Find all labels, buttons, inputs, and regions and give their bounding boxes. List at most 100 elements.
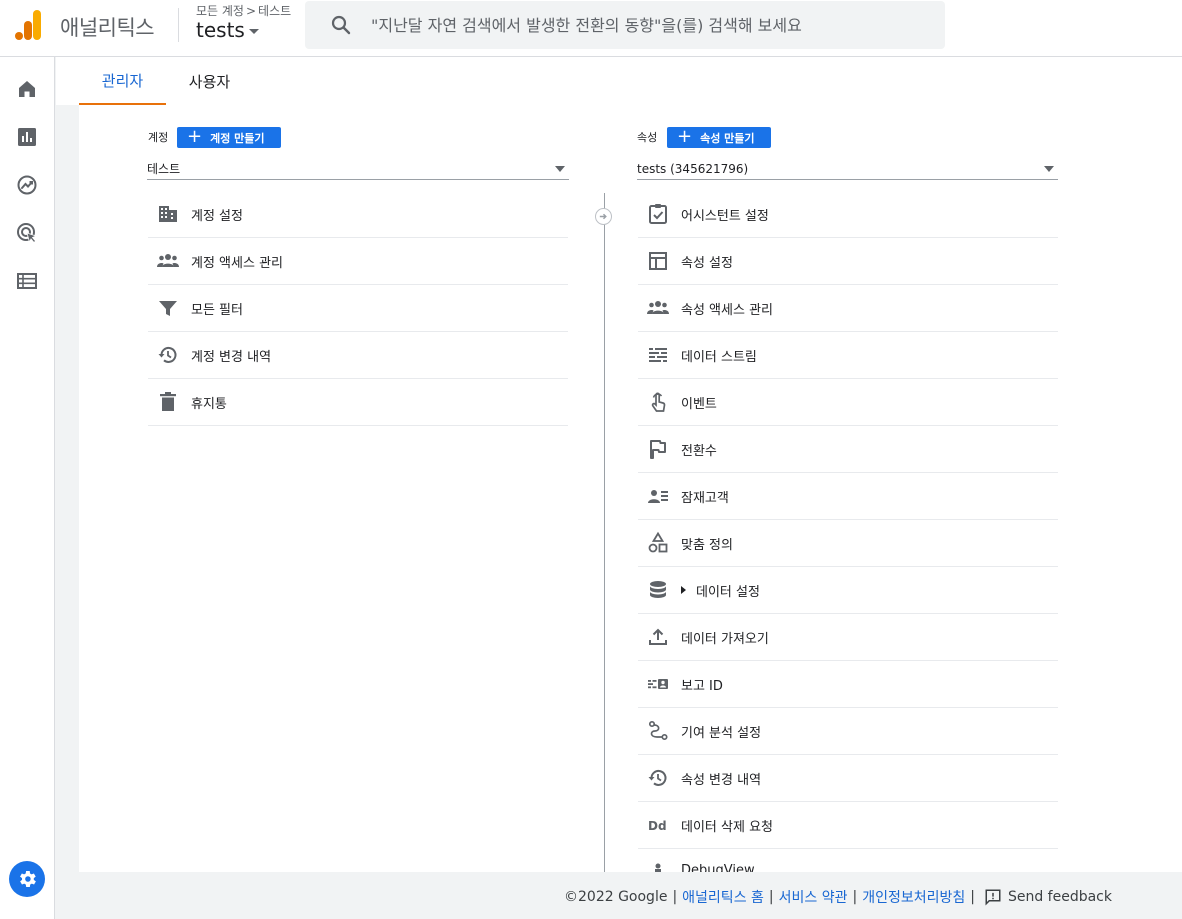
- menu-item-label: 전환수: [681, 444, 717, 459]
- menu-item-account-access[interactable]: 계정 액세스 관리: [148, 238, 568, 285]
- menu-item-label: 휴지통: [191, 397, 227, 412]
- create-property-button[interactable]: + 속성 만들기: [667, 127, 771, 148]
- account-select[interactable]: 테스트: [147, 158, 569, 180]
- create-account-label: 계정 만들기: [210, 131, 265, 145]
- menu-item-data-import[interactable]: 데이터 가져오기: [638, 614, 1058, 661]
- svg-text:Dd: Dd: [648, 819, 667, 833]
- menu-item-data-deletion-requests[interactable]: Dd 데이터 삭제 요청: [638, 802, 1058, 849]
- dropdown-caret-icon: [555, 166, 565, 172]
- admin-gear-button[interactable]: [9, 861, 45, 897]
- create-account-button[interactable]: + 계정 만들기: [177, 127, 281, 148]
- menu-item-label: 데이터 가져오기: [681, 632, 769, 647]
- menu-item-data-streams[interactable]: 데이터 스트림: [638, 332, 1058, 379]
- account-select-value: 테스트: [147, 162, 181, 176]
- filter-icon: [159, 301, 177, 316]
- brand-name[interactable]: 애널리틱스: [60, 12, 155, 42]
- menu-item-label: 속성 변경 내역: [681, 773, 762, 788]
- property-picker[interactable]: tests: [196, 18, 259, 42]
- search-bar[interactable]: [305, 1, 945, 49]
- search-icon: [331, 15, 351, 35]
- menu-item-label: 잠재고객: [681, 491, 729, 506]
- menu-item-account-change-history[interactable]: 계정 변경 내역: [148, 332, 568, 379]
- property-label: 속성: [637, 131, 658, 144]
- account-label: 계정: [148, 131, 169, 144]
- footer: ©2022 Google | 애널리틱스 홈 | 서비스 약관 | 개인정보처리…: [56, 872, 1182, 919]
- left-nav: [0, 57, 55, 919]
- tab-admin[interactable]: 관리자: [79, 57, 166, 105]
- configure-icon[interactable]: [15, 269, 39, 293]
- create-property-label: 속성 만들기: [700, 131, 755, 145]
- menu-item-custom-definitions[interactable]: 맞춤 정의: [638, 520, 1058, 567]
- menu-item-property-settings[interactable]: 속성 설정: [638, 238, 1058, 285]
- menu-item-label: 데이터 스트림: [681, 350, 757, 365]
- top-bar: 애널리틱스 모든 계정 > 테스트 tests: [0, 0, 1182, 57]
- send-feedback-label: Send feedback: [1007, 889, 1112, 905]
- footer-link-privacy[interactable]: 개인정보처리방침: [862, 887, 965, 907]
- data-stream-icon: [649, 348, 667, 362]
- menu-item-label: 데이터 설정: [696, 585, 760, 600]
- caret-down-icon: [248, 29, 259, 34]
- breadcrumb: 모든 계정 > 테스트: [196, 2, 291, 19]
- breadcrumb-account[interactable]: 테스트: [258, 2, 291, 19]
- menu-item-assistant-settings[interactable]: 어시스턴트 설정: [638, 191, 1058, 238]
- menu-item-label: 속성 설정: [681, 256, 733, 271]
- breadcrumb-root[interactable]: 모든 계정: [196, 2, 244, 19]
- home-icon[interactable]: [15, 77, 39, 101]
- menu-item-label: 계정 액세스 관리: [191, 256, 283, 271]
- audience-icon: [648, 490, 668, 503]
- trash-icon: [160, 392, 176, 411]
- people-icon: [647, 301, 669, 314]
- expand-triangle-icon[interactable]: [681, 586, 686, 594]
- search-input[interactable]: [371, 15, 931, 35]
- menu-item-trash[interactable]: 휴지통: [148, 379, 568, 426]
- property-menu: 어시스턴트 설정 속성 설정 속성 액세스 관리 데이터 스트림 이벤트 전환수…: [638, 191, 1058, 872]
- menu-item-audiences[interactable]: 잠재고객: [638, 473, 1058, 520]
- footer-separator: |: [672, 889, 678, 905]
- menu-item-reporting-id[interactable]: 보고 ID: [638, 661, 1058, 708]
- database-icon: [650, 581, 666, 598]
- property-select-value: tests (345621796): [637, 161, 749, 176]
- plus-icon: +: [677, 125, 693, 147]
- property-select[interactable]: tests (345621796): [637, 158, 1058, 180]
- footer-separator: |: [970, 889, 975, 905]
- account-menu: 계정 설정 계정 액세스 관리 모든 필터 계정 변경 내역 휴지통: [148, 191, 568, 426]
- feedback-icon: [985, 889, 1001, 906]
- menu-item-property-change-history[interactable]: 속성 변경 내역: [638, 755, 1058, 802]
- explore-icon[interactable]: [15, 173, 39, 197]
- menu-item-label: 맞춤 정의: [681, 538, 733, 553]
- footer-link-analytics-home[interactable]: 애널리틱스 홈: [682, 887, 764, 907]
- column-divider: [604, 193, 605, 872]
- building-icon: [159, 206, 177, 222]
- menu-item-label: DebugView: [681, 863, 755, 872]
- tab-user[interactable]: 사용자: [166, 57, 253, 105]
- data-deletion-icon: Dd: [648, 819, 667, 833]
- reports-icon[interactable]: [15, 125, 39, 149]
- send-feedback-button[interactable]: Send feedback: [984, 888, 1112, 906]
- menu-item-events[interactable]: 이벤트: [638, 379, 1058, 426]
- menu-item-conversions[interactable]: 전환수: [638, 426, 1058, 473]
- flag-icon: [650, 440, 666, 459]
- reporting-id-icon: [648, 679, 668, 689]
- menu-item-all-filters[interactable]: 모든 필터: [148, 285, 568, 332]
- admin-content: 계정 + 계정 만들기 테스트 계정 설정 계정 액세스 관리 모든 필터 계정…: [79, 105, 1182, 872]
- analytics-logo-icon[interactable]: [14, 10, 42, 40]
- menu-item-label: 계정 설정: [191, 209, 243, 224]
- footer-link-terms[interactable]: 서비스 약관: [779, 887, 848, 907]
- plus-icon: +: [187, 125, 203, 147]
- attribution-icon: [648, 720, 668, 741]
- menu-item-attribution-settings[interactable]: 기여 분석 설정: [638, 708, 1058, 755]
- arrow-right-icon: [599, 213, 607, 220]
- menu-item-property-access[interactable]: 속성 액세스 관리: [638, 285, 1058, 332]
- link-arrow-button[interactable]: [595, 208, 612, 225]
- menu-item-label: 데이터 삭제 요청: [681, 820, 773, 835]
- header-divider: [178, 8, 179, 42]
- menu-item-debugview[interactable]: DebugView: [638, 849, 1058, 872]
- footer-copyright: ©2022 Google: [564, 889, 668, 905]
- menu-item-label: 계정 변경 내역: [191, 350, 272, 365]
- gear-icon: [20, 871, 36, 887]
- menu-item-account-settings[interactable]: 계정 설정: [148, 191, 568, 238]
- admin-tabs: 관리자 사용자: [56, 57, 1182, 105]
- menu-item-data-settings[interactable]: 데이터 설정: [638, 567, 1058, 614]
- touch-icon: [651, 392, 666, 412]
- advertising-icon[interactable]: [15, 221, 39, 245]
